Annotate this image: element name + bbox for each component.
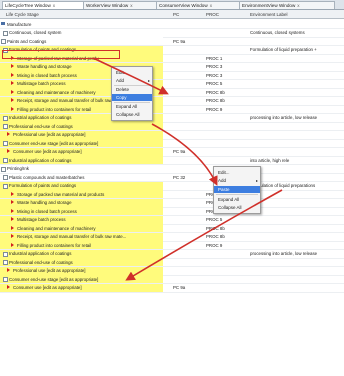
arrow-to-pasted-branch xyxy=(125,189,283,281)
arrow-to-copy xyxy=(92,57,169,95)
annotation-arrows xyxy=(92,57,283,281)
arrow-to-paste xyxy=(151,123,218,186)
